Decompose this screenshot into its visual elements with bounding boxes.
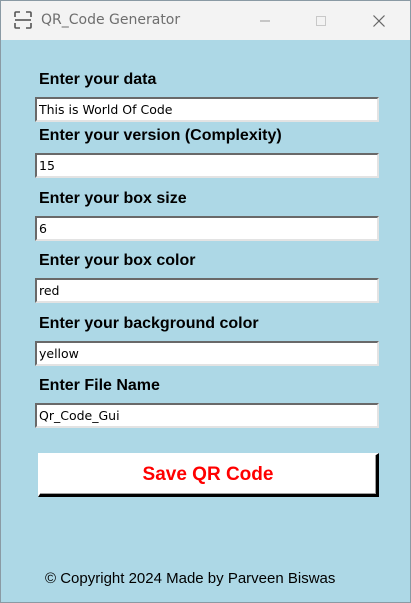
copyright-footer: © Copyright 2024 Made by Parveen Biswas [45, 570, 336, 587]
box-color-label: Enter your box color [39, 252, 196, 269]
close-button[interactable] [356, 1, 402, 40]
maximize-button[interactable] [298, 1, 344, 40]
window-title: QR_Code Generator [41, 12, 181, 28]
background-color-label: Enter your background color [39, 315, 259, 332]
box-size-input[interactable]: 6 [35, 216, 379, 241]
minimize-button[interactable] [242, 1, 288, 40]
file-name-input[interactable]: Qr_Code_Gui [35, 403, 379, 428]
data-input[interactable]: This is World Of Code [35, 97, 379, 122]
box-color-input[interactable]: red [35, 278, 379, 303]
qr-scan-icon [13, 10, 33, 30]
maximize-icon [315, 15, 327, 27]
minimize-icon [259, 15, 271, 27]
app-window: QR_Code Generator Enter your data This i… [0, 0, 411, 603]
close-icon [372, 14, 386, 28]
background-color-input[interactable]: yellow [35, 341, 379, 366]
form-area: Enter your data This is World Of Code En… [1, 40, 410, 602]
file-name-label: Enter File Name [39, 377, 160, 394]
title-bar[interactable]: QR_Code Generator [1, 1, 410, 40]
version-label: Enter your version (Complexity) [39, 127, 282, 144]
version-input[interactable]: 15 [35, 153, 379, 178]
data-label: Enter your data [39, 71, 157, 88]
save-qr-code-button[interactable]: Save QR Code [38, 453, 379, 497]
box-size-label: Enter your box size [39, 190, 187, 207]
